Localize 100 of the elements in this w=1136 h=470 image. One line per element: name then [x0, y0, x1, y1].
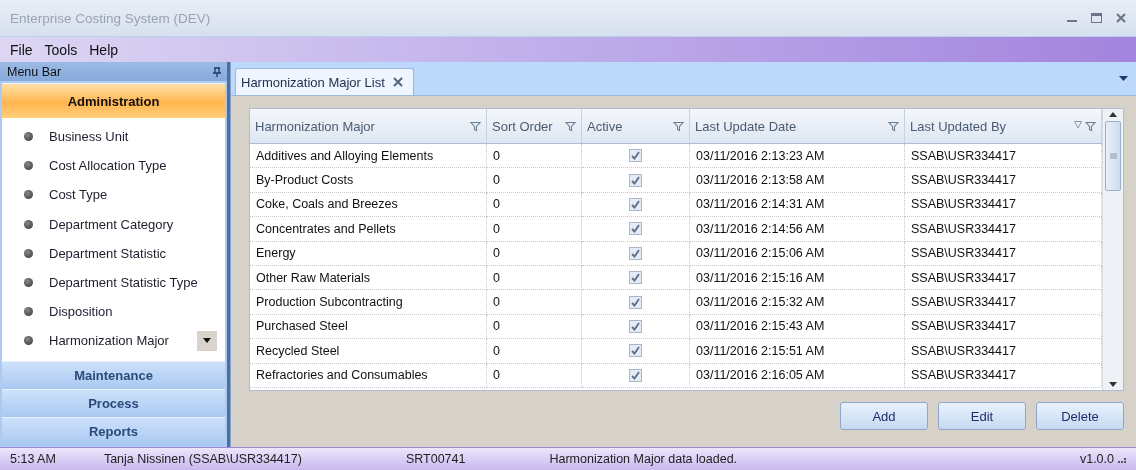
bullet-icon	[24, 336, 33, 346]
bullet-icon	[24, 278, 33, 288]
close-icon	[1116, 13, 1126, 23]
table-cell: 03/11/2016 2:16:05 AM	[690, 363, 905, 388]
table-cell: 0	[487, 144, 582, 169]
table-cell: Production Subcontracting	[250, 290, 487, 315]
bullet-icon	[24, 161, 33, 171]
table-cell: 0	[487, 290, 582, 315]
group-header[interactable]: Reports	[2, 417, 225, 445]
sidebar-item[interactable]: Cost Allocation Type	[49, 158, 217, 174]
checkbox[interactable]	[629, 271, 642, 285]
status-time: 5:13 AM	[10, 452, 56, 466]
document-tab[interactable]: Harmonization Major List	[235, 68, 414, 95]
table-cell: Coke, Coals and Breezes	[250, 192, 487, 218]
minimize-icon	[1067, 20, 1077, 22]
menu-item[interactable]: File	[6, 41, 37, 58]
sidebar-item[interactable]: Department Statistic Type	[49, 275, 217, 291]
group-header[interactable]: Maintenance	[2, 361, 225, 389]
resize-grip-icon[interactable]	[1118, 455, 1126, 463]
table-cell: 03/11/2016 2:15:32 AM	[690, 290, 905, 315]
table-cell: 03/11/2016 2:13:23 AM	[690, 144, 905, 169]
column-header[interactable]: Active	[582, 109, 690, 143]
table-cell: 0	[487, 363, 582, 388]
checkbox[interactable]	[629, 149, 642, 163]
sidebar-item[interactable]: Department Statistic	[49, 245, 217, 261]
status-user: Tanja Nissinen (SSAB\USR334417)	[103, 452, 302, 466]
table-cell: Purchased Steel	[250, 314, 487, 340]
sort-icon[interactable]	[1074, 120, 1082, 129]
bullet-icon	[24, 219, 33, 229]
checkbox[interactable]	[629, 246, 642, 260]
scroll-up-icon[interactable]	[1109, 112, 1117, 117]
checkbox[interactable]	[629, 368, 642, 382]
group-header[interactable]: Process	[2, 389, 225, 417]
panel-title: Menu Bar	[7, 64, 62, 79]
caret-icon[interactable]	[1119, 76, 1128, 81]
version-label: v1.0.0	[1079, 452, 1114, 466]
table-cell: 03/11/2016 2:15:43 AM	[690, 314, 905, 340]
scroll-down-icon[interactable]	[1109, 382, 1117, 387]
column-header[interactable]: Last Update Date	[690, 109, 905, 143]
scrollbar[interactable]	[1102, 109, 1123, 390]
table-cell: Refractories and Consumables	[250, 363, 487, 388]
caret-icon	[203, 338, 211, 344]
close-icon[interactable]	[392, 77, 403, 87]
checkbox[interactable]	[629, 319, 642, 333]
filter-icon[interactable]	[673, 120, 684, 132]
table-cell: By-Product Costs	[250, 168, 487, 193]
table-cell: 03/11/2016 2:14:31 AM	[690, 192, 905, 218]
checkbox[interactable]	[629, 295, 642, 309]
table-cell: 0	[487, 265, 582, 291]
checkbox[interactable]	[629, 173, 642, 187]
filter-icon[interactable]	[470, 120, 481, 132]
table-cell: Additives and Alloying Elements	[250, 144, 487, 169]
checkbox[interactable]	[629, 344, 642, 358]
action-button[interactable]: Add	[840, 402, 928, 430]
status-message: Harmonization Major data loaded.	[549, 452, 738, 466]
status-code: SRT00741	[405, 452, 466, 466]
filter-icon[interactable]	[1085, 120, 1096, 132]
table-cell: 03/11/2016 2:14:56 AM	[690, 217, 905, 242]
sidebar-item[interactable]: Business Unit	[49, 129, 217, 145]
filter-icon[interactable]	[565, 120, 576, 132]
table-cell: Other Raw Materials	[250, 265, 487, 291]
menu-item[interactable]: Tools	[40, 41, 82, 58]
maximize-icon	[1091, 13, 1102, 23]
table-cell: 0	[487, 241, 582, 266]
close-button[interactable]	[1116, 13, 1126, 23]
sidebar-item[interactable]: Cost Type	[49, 187, 217, 203]
bullet-icon	[24, 248, 33, 258]
table-cell: 03/11/2016 2:15:06 AM	[690, 241, 905, 266]
column-header[interactable]: Sort Order	[487, 109, 582, 143]
table-cell: 03/11/2016 2:13:58 AM	[690, 168, 905, 193]
table-cell: Concentrates and Pellets	[250, 217, 487, 242]
bullet-icon	[24, 307, 33, 317]
table-cell: 0	[487, 217, 582, 242]
group-header[interactable]: Administration	[2, 83, 225, 118]
maximize-button[interactable]	[1091, 13, 1102, 23]
table-cell: 0	[487, 168, 582, 193]
sidebar-item[interactable]: Harmonization Major	[49, 333, 181, 349]
window-title: Enterprise Costing System (DEV)	[10, 10, 211, 26]
scroll-thumb[interactable]	[1105, 121, 1121, 191]
bullet-icon	[24, 132, 33, 142]
table-cell: 0	[487, 314, 582, 340]
table-cell: 0	[487, 339, 582, 364]
table-cell: 03/11/2016 2:15:51 AM	[690, 339, 905, 364]
action-button[interactable]: Delete	[1036, 402, 1124, 430]
menu-item[interactable]: Help	[85, 41, 123, 58]
filter-icon[interactable]	[888, 120, 899, 132]
checkbox[interactable]	[629, 197, 642, 211]
column-header[interactable]: Harmonization Major	[250, 109, 487, 143]
table-cell: Energy	[250, 241, 487, 266]
table-cell: Recycled Steel	[250, 339, 487, 364]
bullet-icon	[24, 190, 33, 200]
grip-icon	[1109, 153, 1117, 159]
action-button[interactable]: Edit	[938, 402, 1026, 430]
sidebar-item[interactable]: Department Category	[49, 216, 217, 232]
table-cell: 0	[487, 192, 582, 218]
checkbox[interactable]	[629, 222, 642, 236]
pin-icon[interactable]	[213, 66, 221, 77]
sidebar-item[interactable]: Disposition	[49, 304, 217, 320]
table-cell: 03/11/2016 2:15:16 AM	[690, 265, 905, 291]
dropdown-button[interactable]	[197, 330, 217, 351]
